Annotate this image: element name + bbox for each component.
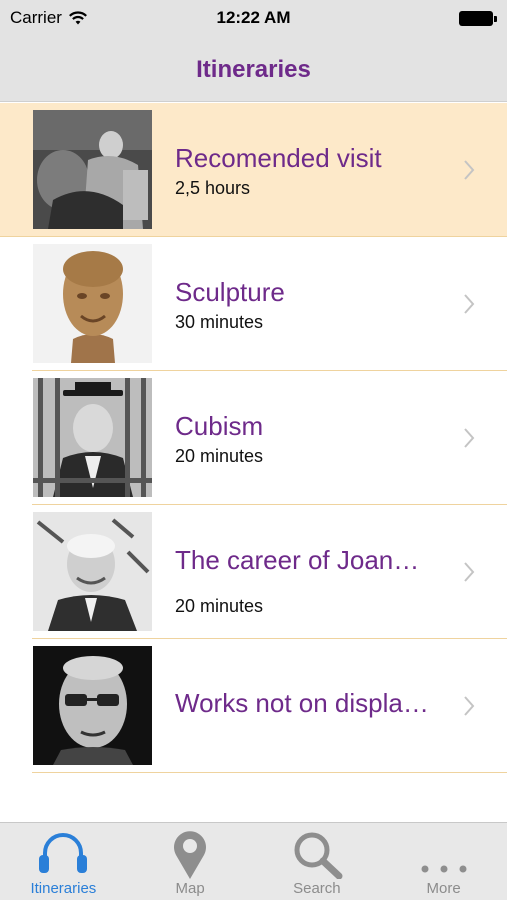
- itinerary-thumbnail: [33, 646, 152, 765]
- chevron-right-icon: [464, 428, 475, 448]
- chevron-right-icon: [464, 294, 475, 314]
- itinerary-title: The career of Joan…: [175, 545, 420, 575]
- tab-itineraries[interactable]: Itineraries: [0, 823, 127, 900]
- itinerary-title: Works not on displa…: [175, 688, 429, 718]
- itinerary-row-works-not-on-display[interactable]: Works not on displa…: [0, 639, 507, 773]
- status-bar: Carrier 12:22 AM: [0, 0, 507, 38]
- itinerary-thumbnail: [33, 378, 152, 497]
- tab-label: Map: [175, 880, 205, 897]
- battery-icon: [459, 11, 497, 26]
- itinerary-duration: 20 minutes: [175, 596, 264, 616]
- tab-label: Itineraries: [30, 880, 97, 897]
- clock: 12:22 AM: [216, 8, 291, 27]
- itinerary-duration: 20 minutes: [175, 446, 264, 466]
- chevron-right-icon: [464, 562, 475, 582]
- chevron-right-icon: [464, 160, 475, 180]
- search-icon: [294, 832, 343, 879]
- itinerary-duration: 30 minutes: [175, 312, 264, 332]
- itinerary-title: Recomended visit: [175, 143, 382, 173]
- navigation-bar: Itineraries: [0, 38, 507, 102]
- tab-more[interactable]: More: [380, 823, 507, 900]
- tab-label: Search: [293, 880, 341, 897]
- itinerary-row-recommended-visit[interactable]: Recomended visit 2,5 hours: [0, 103, 507, 237]
- itinerary-thumbnail: [33, 110, 152, 229]
- tab-search[interactable]: Search: [254, 823, 381, 900]
- itinerary-thumbnail: [33, 244, 152, 363]
- more-icon: [421, 865, 467, 873]
- headphones-icon: [39, 833, 88, 873]
- itinerary-thumbnail: [33, 512, 152, 631]
- itinerary-row-sculpture[interactable]: Sculpture 30 minutes: [0, 237, 507, 371]
- map-pin-icon: [174, 831, 207, 879]
- chevron-right-icon: [464, 696, 475, 716]
- row-separator: [32, 771, 507, 773]
- tab-bar: Itineraries Map Search More: [0, 822, 507, 900]
- itinerary-title: Cubism: [175, 411, 264, 441]
- itinerary-row-career-joan[interactable]: The career of Joan… 20 minutes: [0, 505, 507, 639]
- page-title: Itineraries: [196, 55, 311, 83]
- tab-label: More: [426, 880, 461, 897]
- itinerary-row-cubism[interactable]: Cubism 20 minutes: [0, 371, 507, 505]
- itinerary-duration: 2,5 hours: [175, 178, 251, 198]
- itinerary-list: Recomended visit 2,5 hours Sculpture 30 …: [0, 103, 507, 773]
- tab-map[interactable]: Map: [127, 823, 254, 900]
- itinerary-title: Sculpture: [175, 277, 285, 307]
